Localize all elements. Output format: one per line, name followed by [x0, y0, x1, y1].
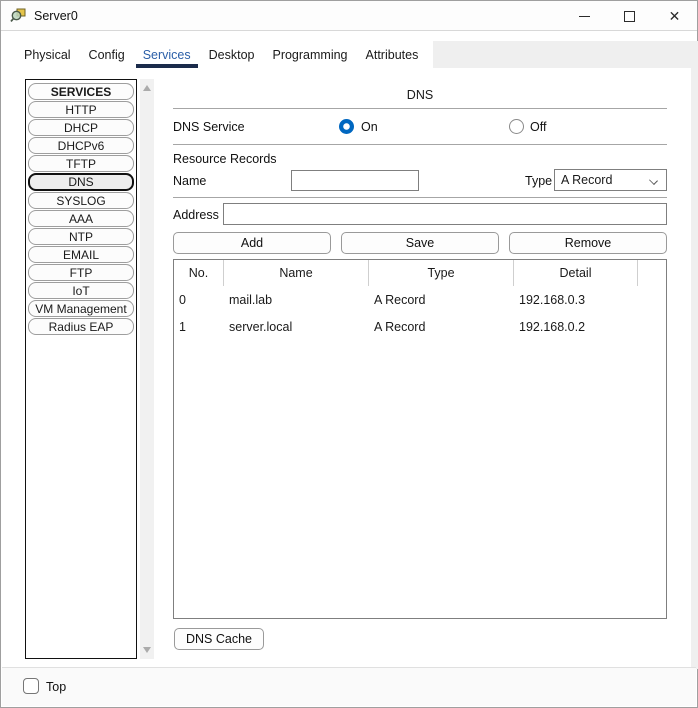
minimize-button[interactable]	[562, 1, 607, 31]
radio-off[interactable]	[509, 119, 524, 134]
sidebar-item-dns[interactable]: DNS	[28, 173, 134, 191]
sidebar-item-iot[interactable]: IoT	[28, 282, 134, 299]
sidebar-header-services: SERVICES	[28, 83, 134, 100]
cell-no: 1	[179, 319, 186, 334]
cell-detail: 192.168.0.3	[519, 292, 586, 307]
name-input[interactable]	[291, 170, 419, 191]
maximize-button[interactable]	[607, 1, 652, 31]
dns-panel: DNS DNS Service On Off Resource Records …	[173, 79, 667, 659]
type-label: Type	[525, 174, 553, 188]
device-magnifier-icon	[10, 8, 26, 22]
top-checkbox[interactable]	[23, 678, 39, 694]
type-select[interactable]: A Record	[554, 169, 667, 191]
cell-type: A Record	[374, 319, 426, 334]
address-label: Address	[173, 208, 219, 222]
divider	[173, 108, 667, 109]
type-selected-value: A Record	[561, 173, 613, 187]
sidebar-item-ntp[interactable]: NTP	[28, 228, 134, 245]
window-title: Server0	[34, 8, 78, 23]
table-header-name[interactable]: Name	[224, 260, 369, 286]
table-row[interactable]: 1 server.local A Record 192.168.0.2	[174, 313, 666, 340]
sidebar-item-ftp[interactable]: FTP	[28, 264, 134, 281]
table-header-detail[interactable]: Detail	[514, 260, 638, 286]
scroll-up-icon[interactable]	[143, 85, 151, 91]
server-config-window: Server0 ✕ Physical Config Services Desktop P…	[0, 0, 698, 708]
sidebar-item-syslog[interactable]: SYSLOG	[28, 192, 134, 209]
sidebar-item-aaa[interactable]: AAA	[28, 210, 134, 227]
panel-title: DNS	[406, 88, 434, 102]
minimize-icon	[579, 15, 590, 17]
scroll-down-icon[interactable]	[143, 647, 151, 653]
sidebar-item-tftp[interactable]: TFTP	[28, 155, 134, 172]
tab-services[interactable]: Services	[134, 41, 200, 68]
sidebar-item-radius-eap[interactable]: Radius EAP	[28, 318, 134, 335]
radio-on[interactable]	[339, 119, 354, 134]
name-label: Name	[173, 174, 207, 188]
remove-button[interactable]: Remove	[509, 232, 667, 254]
dns-cache-button[interactable]: DNS Cache	[174, 628, 264, 650]
sidebar-item-http[interactable]: HTTP	[28, 101, 134, 118]
add-button[interactable]: Add	[173, 232, 331, 254]
sidebar-item-vm-management[interactable]: VM Management	[28, 300, 134, 317]
divider	[173, 144, 667, 145]
maximize-icon	[624, 10, 635, 22]
resource-records-label: Resource Records	[173, 152, 277, 166]
title-bar: Server0 ✕	[1, 1, 697, 31]
sidebar-item-dhcpv6[interactable]: DHCPv6	[28, 137, 134, 154]
sidebar-item-email[interactable]: EMAIL	[28, 246, 134, 263]
table-header-type[interactable]: Type	[369, 260, 514, 286]
footer-bar: Top	[2, 667, 696, 706]
cell-name: server.local	[229, 319, 293, 334]
tab-strip: Physical Config Services Desktop Programming…	[9, 41, 691, 68]
cell-detail: 192.168.0.2	[519, 319, 586, 334]
tab-physical[interactable]: Physical	[15, 41, 80, 68]
sidebar-scrollbar[interactable]	[140, 79, 154, 659]
services-sidebar: SERVICES HTTP DHCP DHCPv6 TFTP DNS SYSLOG AAA NT…	[25, 79, 137, 659]
chevron-down-icon	[649, 176, 658, 185]
table-header-no[interactable]: No.	[174, 260, 224, 286]
top-checkbox-label[interactable]: Top	[46, 680, 66, 694]
tab-attributes[interactable]: Attributes	[357, 41, 428, 68]
sidebar-item-dhcp[interactable]: DHCP	[28, 119, 134, 136]
cell-no: 0	[179, 292, 186, 307]
radio-off-label[interactable]: Off	[530, 120, 546, 134]
tab-programming[interactable]: Programming	[263, 41, 356, 68]
tab-desktop[interactable]: Desktop	[200, 41, 264, 68]
close-icon: ✕	[668, 8, 681, 24]
tab-config[interactable]: Config	[80, 41, 134, 68]
resource-records-table[interactable]: No. Name Type Detail 0 mail.lab A Record 192.1…	[173, 259, 667, 619]
cell-type: A Record	[374, 292, 426, 307]
divider	[173, 197, 667, 198]
dns-service-label: DNS Service	[173, 120, 245, 134]
cell-name: mail.lab	[229, 292, 273, 307]
table-header-spare	[638, 260, 666, 286]
address-input[interactable]	[223, 203, 667, 225]
save-button[interactable]: Save	[341, 232, 499, 254]
table-header-row: No. Name Type Detail	[174, 260, 666, 286]
right-margin	[691, 41, 698, 669]
table-row[interactable]: 0 mail.lab A Record 192.168.0.3	[174, 286, 666, 313]
radio-on-label[interactable]: On	[361, 120, 378, 134]
close-button[interactable]: ✕	[652, 1, 697, 31]
